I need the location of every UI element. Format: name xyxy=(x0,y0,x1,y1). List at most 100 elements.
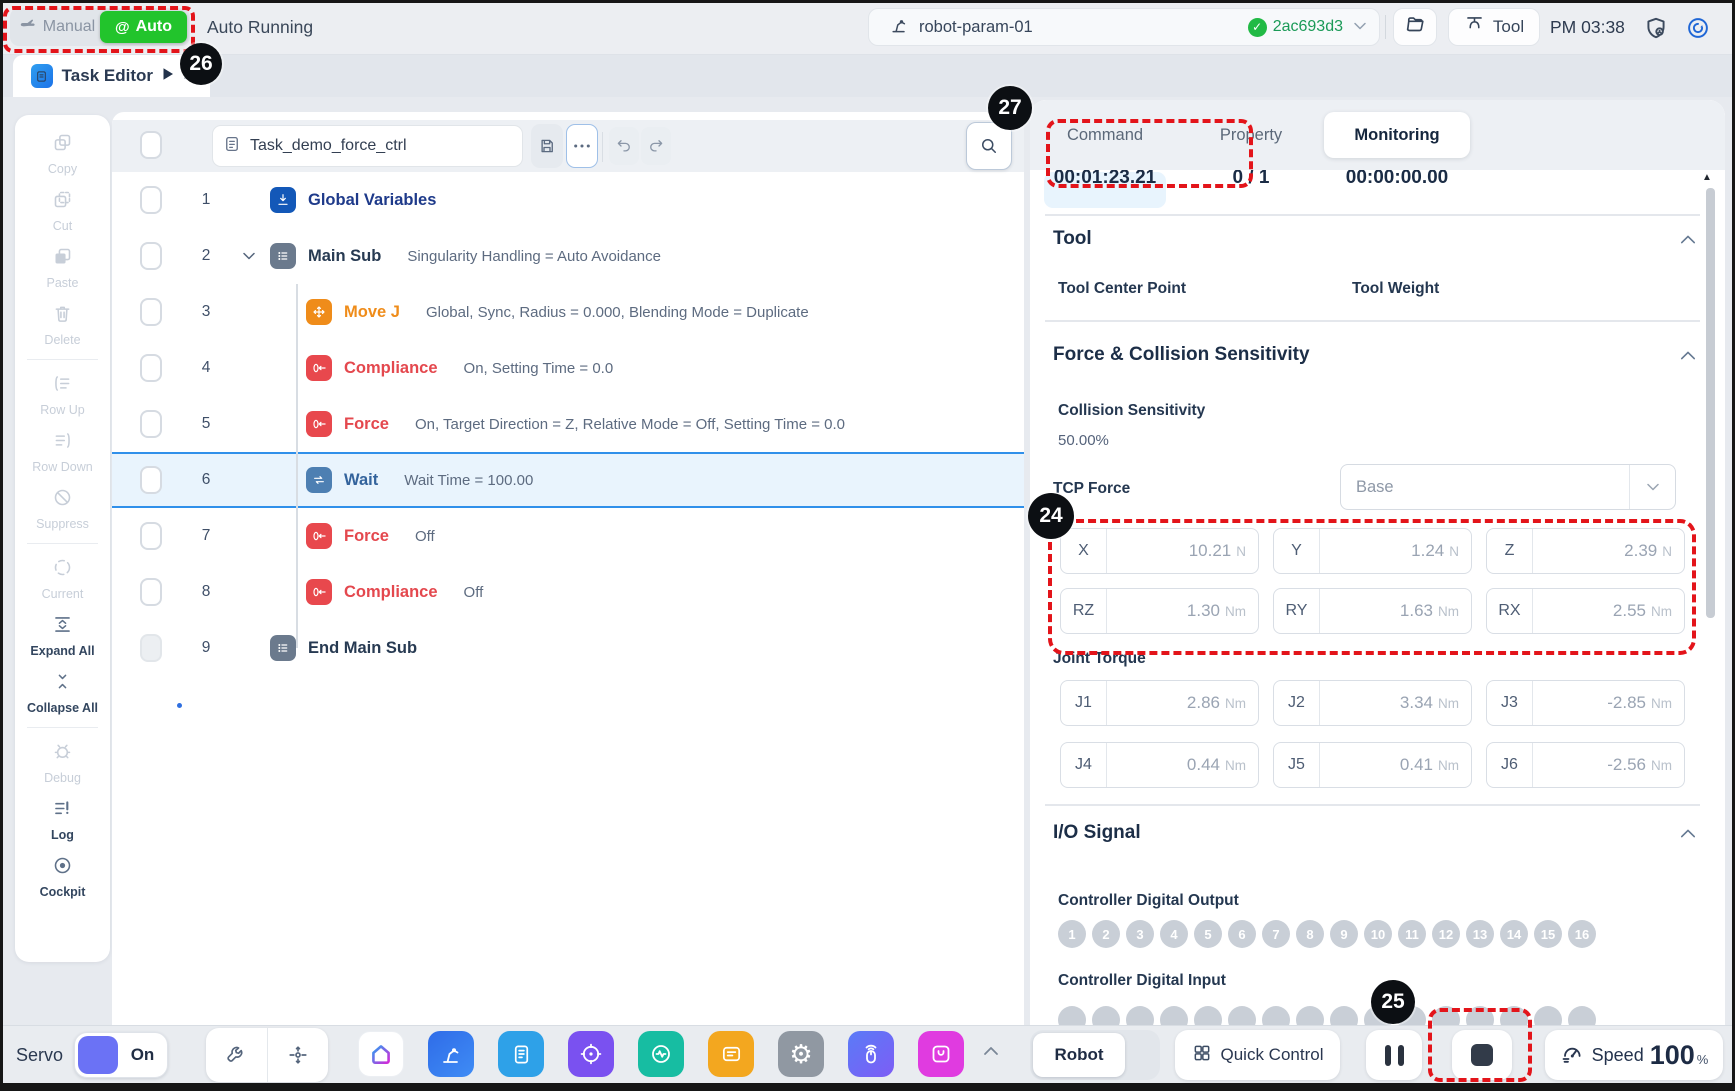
di-channel[interactable] xyxy=(1194,1006,1222,1025)
open-file-button[interactable] xyxy=(1393,8,1437,46)
row-checkbox[interactable] xyxy=(140,410,162,438)
tab-command[interactable]: Command xyxy=(1032,100,1178,170)
di-channel[interactable] xyxy=(1568,1006,1596,1025)
sidebar-item-suppress[interactable]: Suppress xyxy=(15,480,110,537)
sidebar-item-log[interactable]: Log xyxy=(15,791,110,848)
sidebar-item-row-down[interactable]: Row Down xyxy=(15,423,110,480)
scrollbar-thumb[interactable] xyxy=(1706,188,1715,618)
more-button[interactable] xyxy=(566,124,598,168)
task-row-7[interactable]: 7 Force Off xyxy=(112,508,1024,564)
do-channel[interactable]: 16 xyxy=(1568,920,1596,948)
collapse-section-icon[interactable] xyxy=(1680,826,1696,844)
do-channel[interactable]: 3 xyxy=(1126,920,1154,948)
settings-gear-app-icon[interactable]: ⚙ xyxy=(778,1031,824,1077)
save-button[interactable] xyxy=(531,124,563,168)
di-channel[interactable] xyxy=(1092,1006,1120,1025)
collapse-section-icon[interactable] xyxy=(1680,232,1696,250)
tab-property[interactable]: Property xyxy=(1178,100,1324,170)
remote-app-icon[interactable] xyxy=(848,1031,894,1077)
row-checkbox[interactable] xyxy=(140,186,162,214)
di-channel[interactable] xyxy=(1262,1006,1290,1025)
auto-mode-button[interactable]: @ Auto xyxy=(100,11,187,43)
do-channel[interactable]: 7 xyxy=(1262,920,1290,948)
di-channel[interactable] xyxy=(1330,1006,1358,1025)
do-channel[interactable]: 5 xyxy=(1194,920,1222,948)
sidebar-item-row-up[interactable]: Row Up xyxy=(15,366,110,423)
di-channel[interactable] xyxy=(1466,1006,1494,1025)
row-checkbox[interactable] xyxy=(140,298,162,326)
frame-dropdown[interactable]: Base xyxy=(1340,464,1676,510)
do-channel[interactable]: 1 xyxy=(1058,920,1086,948)
task-row-8[interactable]: 8 Compliance Off xyxy=(112,564,1024,620)
task-row-2[interactable]: 2 Main Sub Singularity Handling = Auto A… xyxy=(112,228,1024,284)
do-channel[interactable]: 15 xyxy=(1534,920,1562,948)
do-channel[interactable]: 6 xyxy=(1228,920,1256,948)
di-channel[interactable] xyxy=(1534,1006,1562,1025)
pause-button[interactable] xyxy=(1366,1030,1422,1080)
task-name-input[interactable]: Task_demo_force_ctrl xyxy=(212,125,523,167)
sidebar-item-copy[interactable]: Copy xyxy=(15,125,110,182)
redo-button[interactable] xyxy=(641,127,671,165)
collapse-section-icon[interactable] xyxy=(1680,348,1696,366)
task-row-6-selected[interactable]: 6 Wait Wait Time = 100.00 xyxy=(112,452,1024,508)
di-channel[interactable] xyxy=(1500,1006,1528,1025)
sync-swirl-icon[interactable] xyxy=(1685,15,1711,46)
manual-mode-button[interactable]: Manual xyxy=(13,11,100,43)
task-row-1[interactable]: 1 Global Variables xyxy=(112,172,1024,228)
task-row-9[interactable]: 9 End Main Sub xyxy=(112,620,1024,676)
row-checkbox[interactable] xyxy=(140,242,162,270)
do-channel[interactable]: 2 xyxy=(1092,920,1120,948)
task-row-5[interactable]: 5 Force On, Target Direction = Z, Relati… xyxy=(112,396,1024,452)
row-checkbox[interactable] xyxy=(140,354,162,382)
sidebar-item-collapse-all[interactable]: Collapse All xyxy=(15,664,110,721)
speed-button[interactable]: Speed 100 % xyxy=(1545,1030,1723,1080)
message-app-icon[interactable] xyxy=(708,1031,754,1077)
store-app-icon[interactable] xyxy=(918,1031,964,1077)
task-app-icon[interactable] xyxy=(498,1031,544,1077)
jog-app-icon[interactable] xyxy=(568,1031,614,1077)
task-row-3[interactable]: 3 Move J Global, Sync, Radius = 0.000, B… xyxy=(112,284,1024,340)
safety-shield-icon[interactable] xyxy=(1643,15,1669,46)
servo-toggle[interactable]: On xyxy=(74,1032,168,1078)
row-checkbox[interactable] xyxy=(140,522,162,550)
di-channel[interactable] xyxy=(1058,1006,1086,1025)
tab-monitoring[interactable]: Monitoring xyxy=(1324,112,1470,158)
robot-sim-toggle[interactable]: Robot xyxy=(1030,1030,1160,1080)
row-checkbox[interactable] xyxy=(140,578,162,606)
sidebar-item-delete[interactable]: Delete xyxy=(15,296,110,353)
sidebar-item-current[interactable]: Current xyxy=(15,550,110,607)
home-app-icon[interactable] xyxy=(358,1031,404,1077)
wrench-button[interactable] xyxy=(206,1028,268,1082)
robot-param-selector[interactable]: robot-param-01 ✓ 2ac693d3 xyxy=(868,8,1380,46)
do-channel[interactable]: 4 xyxy=(1160,920,1188,948)
do-channel[interactable]: 12 xyxy=(1432,920,1460,948)
do-channel[interactable]: 11 xyxy=(1398,920,1426,948)
di-channel[interactable] xyxy=(1160,1006,1188,1025)
scroll-up-icon[interactable]: ▲ xyxy=(1702,172,1712,183)
collapse-dock-icon[interactable] xyxy=(982,1044,1000,1062)
collapse-chevron-icon[interactable] xyxy=(236,251,262,261)
monitor-app-icon[interactable] xyxy=(638,1031,684,1077)
tool-button[interactable]: Tool xyxy=(1448,8,1540,46)
sidebar-item-paste[interactable]: Paste xyxy=(15,239,110,296)
undo-button[interactable] xyxy=(609,127,639,165)
quick-control-button[interactable]: Quick Control xyxy=(1175,1030,1340,1080)
di-channel[interactable] xyxy=(1432,1006,1460,1025)
do-channel[interactable]: 9 xyxy=(1330,920,1358,948)
do-channel[interactable]: 13 xyxy=(1466,920,1494,948)
do-channel[interactable]: 14 xyxy=(1500,920,1528,948)
sidebar-item-expand-all[interactable]: Expand All xyxy=(15,607,110,664)
select-all-checkbox[interactable] xyxy=(140,131,162,159)
di-channel[interactable] xyxy=(1296,1006,1324,1025)
stop-button[interactable] xyxy=(1452,1030,1512,1080)
robot-app-icon[interactable] xyxy=(428,1031,474,1077)
di-channel[interactable] xyxy=(1126,1006,1154,1025)
do-channel[interactable]: 8 xyxy=(1296,920,1324,948)
di-channel[interactable] xyxy=(1228,1006,1256,1025)
task-row-4[interactable]: 4 Compliance On, Setting Time = 0.0 xyxy=(112,340,1024,396)
move-jog-button[interactable] xyxy=(268,1028,329,1082)
sidebar-item-cut[interactable]: Cut xyxy=(15,182,110,239)
do-channel[interactable]: 10 xyxy=(1364,920,1392,948)
row-checkbox[interactable] xyxy=(140,466,162,494)
sidebar-item-debug[interactable]: Debug xyxy=(15,734,110,791)
